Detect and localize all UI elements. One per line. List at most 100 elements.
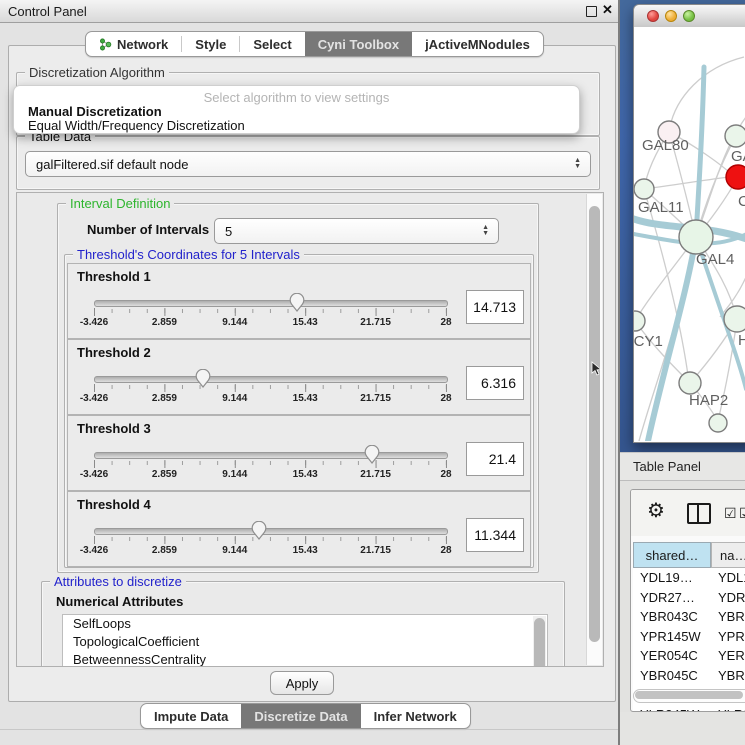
network-window: GAL80 GA C GAL11 GAL4 GCY1 H HAP2 — [633, 4, 745, 443]
threshold-value-field[interactable]: 21.4 — [466, 442, 524, 476]
table-row[interactable]: YBR045CYBR0 — [633, 666, 745, 686]
table-header-row: shared… na… — [633, 542, 745, 568]
table-row[interactable]: YLR345WYLR3 — [633, 705, 745, 713]
table-data-combobox[interactable]: galFiltered.sif default node ▲▼ — [25, 151, 591, 177]
node-label-partial: GA — [731, 148, 745, 165]
threshold-value-field[interactable]: 11.344 — [466, 518, 524, 552]
slider-scale-label: 28 — [440, 545, 451, 556]
threshold-slider-track[interactable] — [94, 300, 448, 307]
table-row[interactable]: YER054CYER0 — [633, 646, 745, 666]
tab-label: Select — [253, 37, 291, 52]
vertical-scrollbar[interactable] — [586, 194, 602, 665]
scrollbar-thumb[interactable] — [534, 618, 545, 667]
threshold-1-panel: Threshold 1 -3.4262.8599.14415.4321.7152… — [67, 263, 531, 339]
attributes-group: Attributes to discretize Numerical Attri… — [41, 581, 565, 667]
close-traffic-light-icon[interactable] — [647, 10, 659, 22]
network-canvas[interactable]: GAL80 GA C GAL11 GAL4 GCY1 H HAP2 — [634, 27, 745, 441]
slider-scale-label: 9.144 — [222, 545, 247, 556]
table-row[interactable]: YPR145WYPR1 — [633, 627, 745, 647]
table-cell[interactable]: YBR045C — [633, 666, 711, 686]
tab-jactivemnodules[interactable]: jActiveMNodules — [412, 32, 543, 56]
node-label-gcy1: GCY1 — [634, 333, 663, 350]
table-cell[interactable]: YDR2 — [711, 588, 745, 608]
threshold-value-field[interactable]: 14.713 — [466, 290, 524, 324]
table-cell[interactable]: YLR345W — [633, 705, 711, 713]
threshold-slider-track[interactable] — [94, 376, 448, 383]
slider-thumb[interactable] — [289, 293, 305, 312]
threshold-slider-track[interactable] — [94, 452, 448, 459]
table-cell[interactable]: YDR27… — [633, 588, 711, 608]
slider-thumb[interactable] — [364, 445, 380, 464]
table-panel-title: Table Panel — [633, 459, 701, 474]
tab-network[interactable]: Network — [86, 32, 181, 56]
slider-scale-labels: -3.4262.8599.14415.4321.71528 — [94, 545, 446, 557]
tab-impute-data[interactable]: Impute Data — [141, 704, 241, 728]
tab-style[interactable]: Style — [182, 32, 239, 56]
node-label-partial: H — [738, 332, 745, 349]
close-icon[interactable]: ✕ — [602, 2, 613, 18]
checkbox-icon[interactable]: ☑ — [724, 505, 737, 522]
table-row[interactable]: YDR27…YDR2 — [633, 588, 745, 608]
right-pane: GAL80 GA C GAL11 GAL4 GCY1 H HAP2 Table … — [620, 0, 745, 745]
dropdown-option-equal-width[interactable]: Equal Width/Frequency Discretization — [28, 118, 245, 133]
zoom-traffic-light-icon[interactable] — [683, 10, 695, 22]
slider-scale-label: 15.43 — [293, 545, 318, 556]
attribute-list-item[interactable]: TopologicalCoefficient — [63, 633, 547, 651]
gear-icon[interactable]: ⚙ — [647, 501, 665, 521]
number-of-intervals-label: Number of Intervals — [87, 222, 209, 237]
slider-thumb[interactable] — [251, 521, 267, 540]
minimize-traffic-light-icon[interactable] — [665, 10, 677, 22]
table-cell[interactable]: YPR1 — [711, 627, 745, 647]
attribute-list-item[interactable]: BetweennessCentrality — [63, 651, 547, 667]
threshold-slider-track[interactable] — [94, 528, 448, 535]
table-cell[interactable]: YLR3 — [711, 705, 745, 713]
column-header-name[interactable]: na… — [711, 542, 745, 568]
list-scrollbar[interactable] — [533, 616, 546, 667]
combobox-spinner-icon: ▲▼ — [482, 225, 489, 237]
mouse-cursor — [591, 361, 602, 376]
slider-thumb[interactable] — [195, 369, 211, 388]
table-cell[interactable]: YPR145W — [633, 627, 711, 647]
checkbox-icon[interactable]: ☑ — [739, 505, 745, 522]
group-title: Attributes to discretize — [50, 574, 186, 589]
slider-scale-label: 2.859 — [152, 469, 177, 480]
dropdown-option-manual[interactable]: Manual Discretization — [28, 104, 162, 119]
table-row[interactable]: YDL19…YDL1 — [633, 568, 745, 588]
attribute-list-item[interactable]: SelfLoops — [63, 615, 547, 633]
threshold-4-panel: Threshold 4 -3.4262.8599.14415.4321.7152… — [67, 491, 531, 567]
column-header-shared-name[interactable]: shared… — [633, 542, 711, 568]
node-label-hap2: HAP2 — [689, 392, 728, 409]
tab-select[interactable]: Select — [240, 32, 304, 56]
table-data-group: Table Data galFiltered.sif default node … — [16, 136, 600, 190]
threshold-value-field[interactable]: 6.316 — [466, 366, 524, 400]
control-panel: Control Panel ✕ Network Style Select Cyn… — [0, 0, 618, 745]
table-cell[interactable]: YDL19… — [633, 568, 711, 588]
tab-infer-network[interactable]: Infer Network — [361, 704, 470, 728]
apply-button[interactable]: Apply — [270, 671, 334, 695]
table-row[interactable]: YBR043CYBR0 — [633, 607, 745, 627]
table-cell[interactable]: YBR0 — [711, 607, 745, 627]
group-title: Discretization Algorithm — [25, 65, 169, 80]
interval-definition-group: Interval Definition Number of Intervals … — [57, 203, 539, 573]
tab-cyni-toolbox[interactable]: Cyni Toolbox — [305, 32, 412, 56]
tab-discretize-data[interactable]: Discretize Data — [241, 704, 360, 728]
number-of-intervals-combobox[interactable]: 5 ▲▼ — [214, 218, 499, 244]
node-label-gal4: GAL4 — [696, 251, 734, 268]
number-of-intervals-value: 5 — [225, 224, 232, 239]
table-cell[interactable]: YDL1 — [711, 568, 745, 588]
split-columns-icon[interactable] — [687, 503, 711, 524]
table-cell[interactable]: YER054C — [633, 646, 711, 666]
status-strip — [620, 712, 745, 745]
numerical-attributes-list[interactable]: SelfLoopsTopologicalCoefficientBetweenne… — [62, 614, 548, 667]
slider-scale-label: 2.859 — [152, 393, 177, 404]
horizontal-scrollbar[interactable] — [633, 689, 745, 703]
desktop-background: GAL80 GA C GAL11 GAL4 GCY1 H HAP2 — [620, 0, 745, 452]
scrollbar-thumb[interactable] — [635, 691, 743, 699]
network-window-titlebar[interactable] — [634, 5, 745, 28]
tab-label: Style — [195, 37, 226, 52]
table-cell[interactable]: YBR043C — [633, 607, 711, 627]
table-cell[interactable]: YBR0 — [711, 666, 745, 686]
float-window-icon[interactable] — [586, 6, 597, 17]
table-cell[interactable]: YER0 — [711, 646, 745, 666]
scrollbar-thumb[interactable] — [589, 206, 600, 642]
